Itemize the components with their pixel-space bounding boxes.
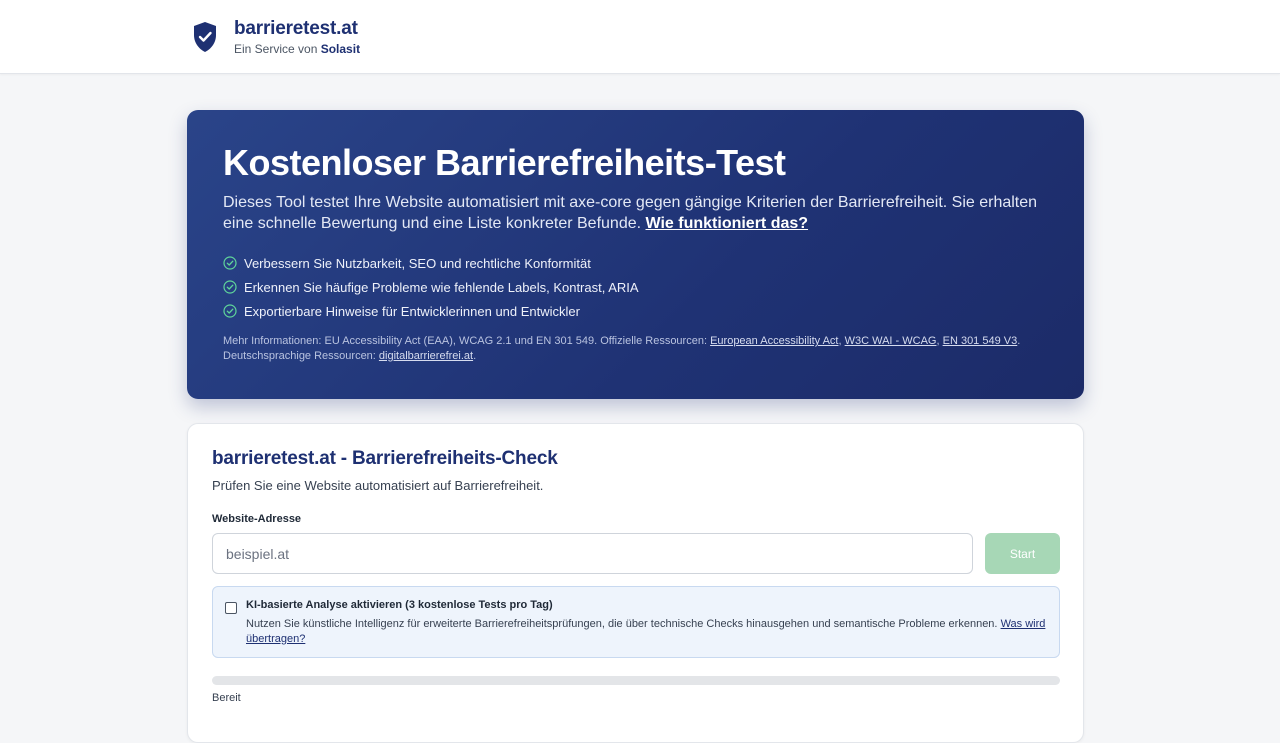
progress-bar — [212, 676, 1060, 685]
benefit-list: Verbessern Sie Nutzbarkeit, SEO und rech… — [223, 251, 639, 323]
checker-title: barrieretest.at - Barrierefreiheits-Chec… — [212, 448, 558, 469]
website-address-label: Website-Adresse — [212, 513, 302, 525]
benefit-text: Verbessern Sie Nutzbarkeit, SEO und rech… — [244, 255, 591, 271]
wcag-link[interactable]: W3C WAI - WCAG — [845, 335, 937, 347]
brand-name[interactable]: barrieretest.at — [234, 18, 358, 40]
benefit-item: Erkennen Sie häufige Probleme wie fehlen… — [223, 275, 639, 299]
hero-description-text: Dieses Tool testet Ihre Website automati… — [223, 194, 1038, 232]
brand-subtitle-prefix: Ein Service von — [234, 42, 318, 56]
ai-analysis-checkbox[interactable] — [225, 602, 237, 614]
checker-subtitle: Prüfen Sie eine Website automatisiert au… — [212, 478, 544, 493]
ai-analysis-label[interactable]: KI-basierte Analyse aktivieren (3 kosten… — [246, 599, 553, 611]
digitalbarrierefrei-link[interactable]: digitalbarrierefrei.at — [379, 350, 473, 362]
shield-check-icon[interactable] — [192, 21, 218, 53]
start-button[interactable]: Start — [985, 533, 1060, 574]
website-url-input[interactable] — [212, 533, 973, 574]
benefit-text: Exportierbare Hinweise für Entwicklerinn… — [244, 303, 580, 319]
check-circle-icon — [223, 256, 237, 270]
benefit-text: Erkennen Sie häufige Probleme wie fehlen… — [244, 279, 639, 295]
resources-note-prefix: Mehr Informationen: EU Accessibility Act… — [223, 335, 708, 347]
en301549-link[interactable]: EN 301 549 V3 — [943, 335, 1018, 347]
how-it-works-link[interactable]: Wie funktioniert das? — [646, 215, 809, 232]
checker-card: barrieretest.at - Barrierefreiheits-Chec… — [187, 423, 1084, 743]
ai-description-text: Nutzen Sie künstliche Intelligenz für er… — [246, 618, 998, 630]
resources-note: Mehr Informationen: EU Accessibility Act… — [223, 335, 1021, 362]
eaa-link[interactable]: European Accessibility Act — [710, 335, 838, 347]
hero-description: Dieses Tool testet Ihre Website automati… — [223, 192, 1053, 234]
ai-analysis-option: KI-basierte Analyse aktivieren (3 kosten… — [212, 586, 1060, 658]
solasit-link[interactable]: Solasit — [321, 42, 360, 56]
status-text: Bereit — [212, 692, 241, 704]
brand-subtitle: Ein Service von Solasit — [234, 42, 360, 56]
german-resources-prefix: Deutschsprachige Ressourcen: — [223, 350, 376, 362]
benefit-item: Verbessern Sie Nutzbarkeit, SEO und rech… — [223, 251, 639, 275]
check-circle-icon — [223, 280, 237, 294]
hero-title: Kostenloser Barrierefreiheits-Test — [223, 142, 786, 183]
check-circle-icon — [223, 304, 237, 318]
benefit-item: Exportierbare Hinweise für Entwicklerinn… — [223, 299, 639, 323]
site-header: barrieretest.at Ein Service von Solasit — [0, 0, 1280, 74]
ai-analysis-description: Nutzen Sie künstliche Intelligenz für er… — [246, 617, 1051, 647]
hero-banner: Kostenloser Barrierefreiheits-Test Diese… — [187, 110, 1084, 399]
